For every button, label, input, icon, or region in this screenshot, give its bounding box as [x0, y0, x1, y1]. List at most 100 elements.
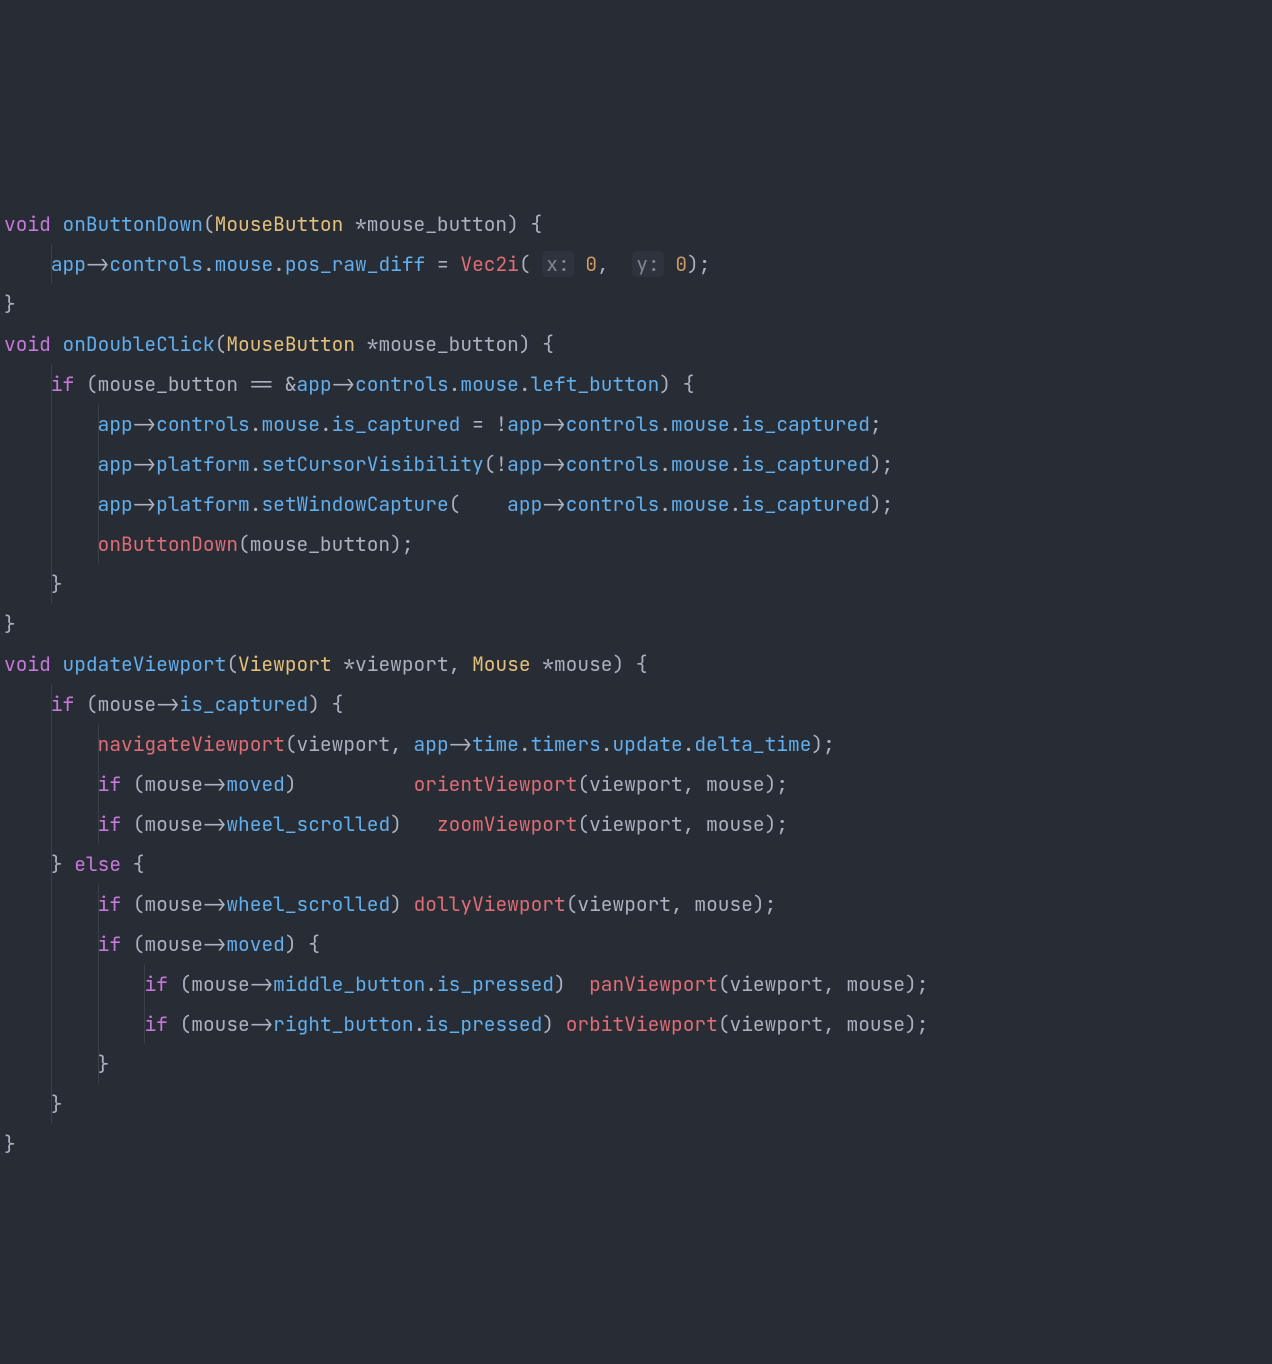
code-line: void updateViewport(Viewport *viewport, …	[4, 651, 648, 677]
type-MouseButton2: MouseButton	[226, 331, 355, 357]
code-line: onButtonDown(mouse_button);	[4, 531, 414, 557]
code-line: app->platform.setCursorVisibility(!app->…	[4, 451, 893, 477]
call-zoomViewport: zoomViewport	[437, 811, 577, 837]
keyword-if7: if	[144, 971, 167, 997]
type-MouseButton: MouseButton	[215, 211, 344, 237]
call-setWindowCapture: setWindowCapture	[261, 491, 448, 517]
indent-guide	[51, 964, 52, 1004]
ident-controls5: controls	[566, 451, 660, 477]
ident-viewport: viewport	[297, 731, 391, 757]
code-line: }	[4, 611, 16, 637]
type-Mouse: Mouse	[472, 651, 531, 677]
ident-mouseP4: mouse	[144, 891, 203, 917]
ident-controls6: controls	[566, 491, 660, 517]
code-line: if (mouse->is_captured) {	[4, 691, 343, 717]
ident-controls3: controls	[156, 411, 250, 437]
hint-x: x:	[542, 251, 573, 277]
code-line: navigateViewport(viewport, app->time.tim…	[4, 731, 835, 757]
ident-mouseA5: mouse	[847, 1011, 906, 1037]
indent-guide	[51, 444, 52, 484]
code-line: void onDoubleClick(MouseButton *mouse_bu…	[4, 331, 554, 357]
ident-viewport4: viewport	[577, 891, 671, 917]
keyword-void: void	[4, 211, 51, 237]
ident-is_captured: is_captured	[332, 411, 461, 437]
ident-app5: app	[98, 451, 133, 477]
ident-mouseP7: mouse	[191, 1011, 250, 1037]
ident-app6: app	[507, 451, 542, 477]
code-line: if (mouse->right_button.is_pressed) orbi…	[4, 1011, 928, 1037]
ident-controls2: controls	[355, 371, 449, 397]
indent-guide	[98, 1004, 99, 1044]
keyword-void2: void	[4, 331, 51, 357]
indent-guide	[51, 844, 52, 884]
keyword-if: if	[51, 371, 74, 397]
call-onButtonDown: onButtonDown	[98, 531, 238, 557]
ident-update: update	[612, 731, 682, 757]
call-orientViewport: orientViewport	[414, 771, 578, 797]
param-mouse: mouse	[554, 651, 613, 677]
call-navigateViewport: navigateViewport	[98, 731, 285, 757]
code-line: if (mouse->wheel_scrolled) zoomViewport(…	[4, 811, 788, 837]
keyword-else: else	[74, 851, 121, 877]
indent-guide	[51, 484, 52, 524]
ident-platform2: platform	[156, 491, 250, 517]
ident-mouse3: mouse	[261, 411, 320, 437]
code-line: } else {	[4, 851, 144, 877]
fn-onButtonDown: onButtonDown	[63, 211, 203, 237]
code-line: }	[4, 1131, 16, 1157]
code-line: app->controls.mouse.is_captured = !app->…	[4, 411, 882, 437]
keyword-if8: if	[144, 1011, 167, 1037]
ident-mouse5: mouse	[671, 451, 730, 477]
indent-guide	[51, 524, 52, 564]
call-orbitViewport: orbitViewport	[566, 1011, 718, 1037]
indent-guide	[51, 804, 52, 844]
indent-guide	[51, 564, 52, 604]
ident-middle_button: middle_button	[273, 971, 425, 997]
ident-app4: app	[507, 411, 542, 437]
ident-mouseP5: mouse	[144, 931, 203, 957]
ident-controls: controls	[109, 251, 203, 277]
indent-guide	[51, 764, 52, 804]
code-line: if (mouse->moved) orientViewport(viewpor…	[4, 771, 788, 797]
code-editor[interactable]: void onButtonDown(MouseButton *mouse_but…	[0, 200, 1272, 1164]
ident-viewport3: viewport	[589, 811, 683, 837]
ident-app3: app	[98, 411, 133, 437]
ident-mouse_button2: mouse_button	[250, 531, 390, 557]
ident-is_pressed: is_pressed	[437, 971, 554, 997]
ident-moved: moved	[226, 771, 285, 797]
ident-mouseA2: mouse	[706, 811, 765, 837]
ident-mouse6: mouse	[671, 491, 730, 517]
code-line: app->platform.setWindowCapture( app->con…	[4, 491, 893, 517]
ident-app7: app	[98, 491, 133, 517]
code-line: }	[4, 291, 16, 317]
code-line: }	[4, 1051, 109, 1077]
ident-moved2: moved	[226, 931, 285, 957]
ident-app: app	[51, 251, 86, 277]
indent-guide	[98, 1044, 99, 1084]
ident-mouse4: mouse	[671, 411, 730, 437]
ident-is_captured2: is_captured	[741, 411, 870, 437]
ident-right_button: right_button	[273, 1011, 413, 1037]
ident-mouseP3: mouse	[144, 811, 203, 837]
hint-y: y:	[632, 251, 663, 277]
ident-time: time	[472, 731, 519, 757]
ident-mouseP6: mouse	[191, 971, 250, 997]
indent-guide	[51, 404, 52, 444]
param-mouse_button: mouse_button	[367, 211, 507, 237]
ident-is_captured5: is_captured	[180, 691, 309, 717]
ident-app2: app	[297, 371, 332, 397]
indent-guide	[51, 1044, 52, 1084]
call-dollyViewport: dollyViewport	[414, 891, 566, 917]
ident-mouseA4: mouse	[847, 971, 906, 997]
ident-app9: app	[414, 731, 449, 757]
ident-is_captured3: is_captured	[741, 451, 870, 477]
ident-viewport6: viewport	[730, 1011, 824, 1037]
code-line: app->controls.mouse.pos_raw_diff = Vec2i…	[4, 251, 710, 277]
code-line: }	[4, 571, 63, 597]
indent-guide	[51, 724, 52, 764]
ident-viewport5: viewport	[730, 971, 824, 997]
indent-guide	[51, 1084, 52, 1124]
keyword-if2: if	[51, 691, 74, 717]
call-setCursorVisibility: setCursorVisibility	[261, 451, 483, 477]
keyword-if6: if	[98, 931, 121, 957]
